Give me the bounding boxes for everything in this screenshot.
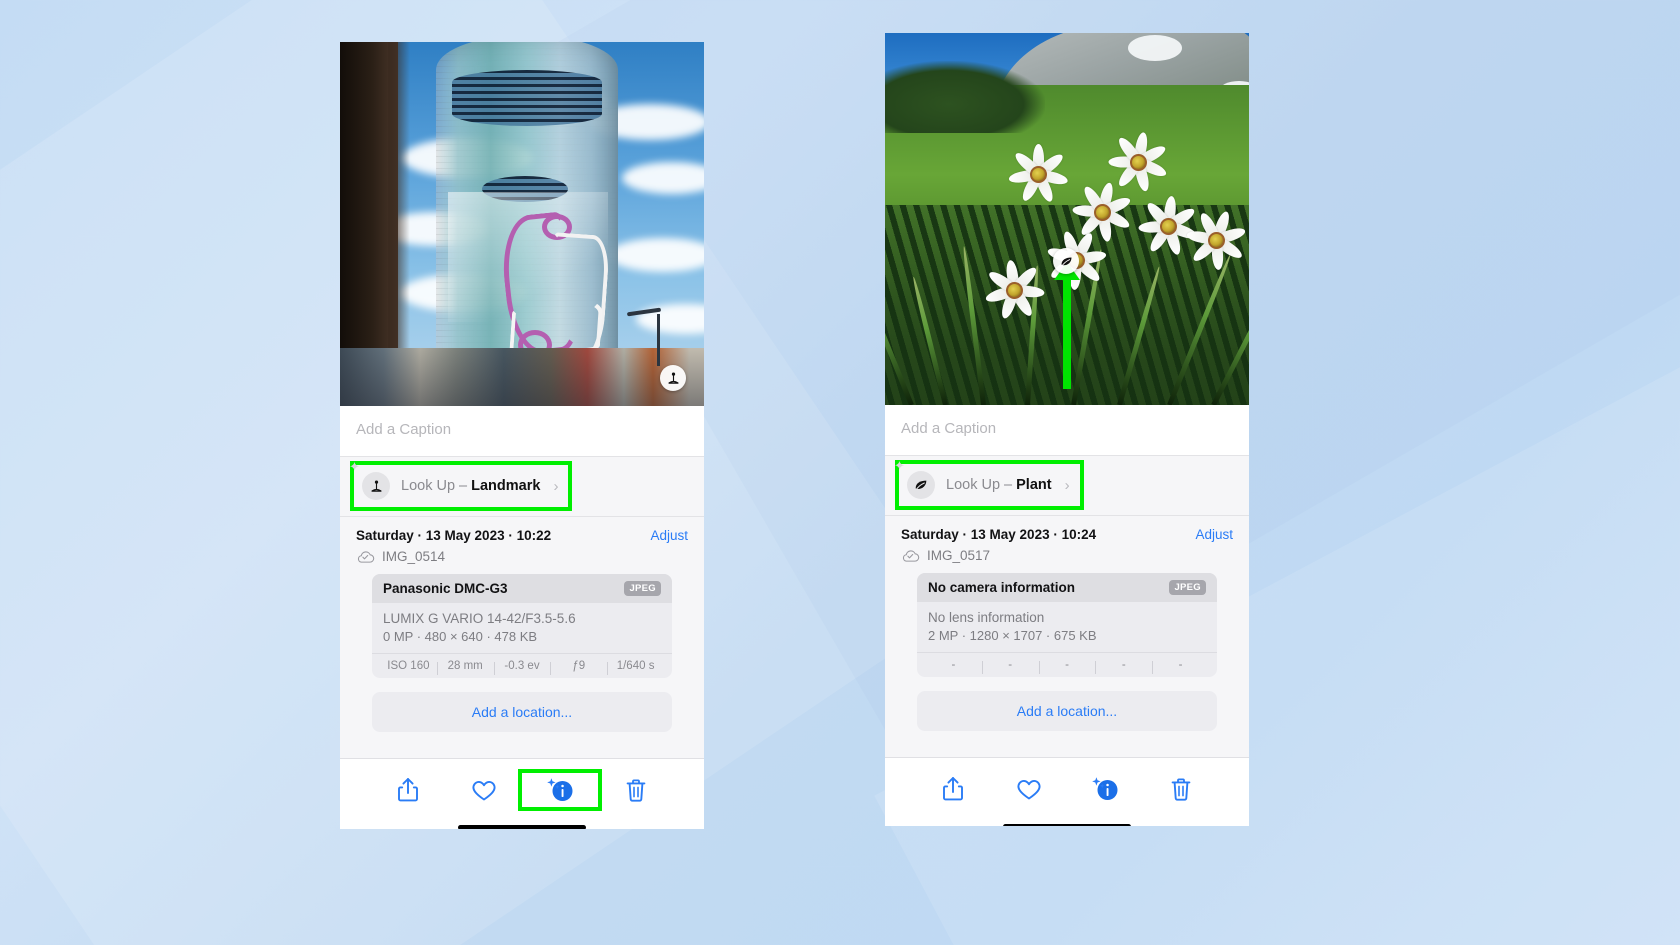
lookup-prefix: Look Up – xyxy=(946,477,1017,493)
lens-model: No lens information xyxy=(928,610,1045,625)
exif-stat-shutter: - xyxy=(1152,659,1209,674)
info-sparkle-icon xyxy=(545,776,575,804)
exif-card-landmark: Panasonic DMC-G3 JPEG LUMIX G VARIO 14-4… xyxy=(372,574,672,678)
delete-button[interactable] xyxy=(598,773,674,807)
photo-viewer-plant[interactable] xyxy=(885,33,1249,405)
exif-stat-iso: - xyxy=(951,659,956,671)
icloud-check-icon xyxy=(901,549,920,563)
exif-stat-iso: ISO 160 xyxy=(387,660,430,672)
filename-row: IMG_0514 xyxy=(356,549,688,564)
trash-icon xyxy=(1170,777,1192,802)
exif-camera-row: Panasonic DMC-G3 JPEG xyxy=(372,574,672,603)
add-location-button[interactable]: Add a location... xyxy=(372,692,672,732)
image-dimensions: 0 MP · 480 × 640 · 478 KB xyxy=(383,629,538,644)
exif-lens-row: LUMIX G VARIO 14-42/F3.5-5.6 0 MP · 480 … xyxy=(372,603,672,653)
exif-stat-aperture: ƒ9 xyxy=(550,660,607,675)
home-indicator[interactable] xyxy=(1003,824,1131,826)
share-icon xyxy=(942,776,964,802)
filename-row: IMG_0517 xyxy=(901,548,1233,563)
lookup-button-plant[interactable]: ✦ Look Up – Plant › xyxy=(894,459,1084,510)
adjust-button[interactable]: Adjust xyxy=(650,528,688,543)
bottom-toolbar-plant xyxy=(885,757,1249,816)
metadata-section-plant: Saturday · 13 May 2023 · 10:24 Adjust IM… xyxy=(885,516,1249,757)
trash-icon xyxy=(625,778,647,803)
lookup-label: Look Up – Landmark xyxy=(401,478,540,494)
photo-date: Saturday · 13 May 2023 · 10:22 xyxy=(356,528,552,543)
favourite-button[interactable] xyxy=(991,772,1067,806)
street-level xyxy=(340,348,704,406)
exif-stat-focal: 28 mm xyxy=(436,660,494,675)
phone-screenshot-landmark: Add a Caption ✦ Look Up – Landmark › Sat… xyxy=(340,42,704,829)
exif-stats-row: ISO 160 28 mm -0.3 ev ƒ9 1/640 s xyxy=(372,653,672,678)
photo-filename: IMG_0514 xyxy=(382,549,446,564)
lens-model: LUMIX G VARIO 14-42/F3.5-5.6 xyxy=(383,611,576,626)
lookup-subject: Landmark xyxy=(471,478,541,494)
info-button[interactable] xyxy=(1067,772,1143,806)
lookup-label: Look Up – Plant xyxy=(946,477,1052,493)
photo-filename: IMG_0517 xyxy=(927,548,991,563)
delete-button[interactable] xyxy=(1143,772,1219,806)
lookup-button-landmark[interactable]: ✦ Look Up – Landmark › xyxy=(349,460,573,511)
flower-bloom xyxy=(1185,209,1247,271)
share-icon xyxy=(397,777,419,803)
exif-lens-row: No lens information 2 MP · 1280 × 1707 ·… xyxy=(917,602,1217,652)
exif-stat-ev: - xyxy=(1038,659,1096,674)
metadata-section-landmark: Saturday · 13 May 2023 · 10:22 Adjust IM… xyxy=(340,517,704,758)
home-indicator[interactable] xyxy=(458,825,586,829)
exif-stat-shutter: 1/640 s xyxy=(607,660,664,675)
phone-screenshot-plant: Add a Caption ✦ Look Up – Plant › Saturd… xyxy=(885,33,1249,826)
chevron-right-icon: › xyxy=(553,477,559,495)
caption-input[interactable]: Add a Caption xyxy=(885,405,1249,455)
lookup-section-landmark: ✦ Look Up – Landmark › xyxy=(340,456,704,517)
exif-camera-row: No camera information JPEG xyxy=(917,573,1217,602)
street-lamp xyxy=(657,314,660,366)
flower-bloom xyxy=(1107,131,1169,193)
photo-image-building xyxy=(340,42,704,406)
icloud-check-icon xyxy=(356,550,375,564)
info-sparkle-icon xyxy=(1090,775,1120,803)
flower-bloom xyxy=(983,259,1045,321)
exif-card-plant: No camera information JPEG No lens infor… xyxy=(917,573,1217,677)
lookup-section-plant: ✦ Look Up – Plant › xyxy=(885,455,1249,516)
home-indicator-wrap xyxy=(340,817,704,829)
exif-stat-ev: -0.3 ev xyxy=(493,660,551,675)
bottom-toolbar-landmark xyxy=(340,758,704,817)
metadata-header: Saturday · 13 May 2023 · 10:24 Adjust xyxy=(901,527,1233,542)
leaf-icon xyxy=(907,471,935,499)
format-badge: JPEG xyxy=(624,581,661,596)
photo-image-flowers xyxy=(885,33,1249,405)
exif-stats-row: - - - - - xyxy=(917,652,1217,677)
share-button[interactable] xyxy=(370,773,446,807)
exif-stat-aperture: - xyxy=(1095,659,1152,674)
caption-input[interactable]: Add a Caption xyxy=(340,406,704,456)
lookup-subject: Plant xyxy=(1016,477,1052,493)
landmark-pin-icon xyxy=(362,472,390,500)
camera-model: Panasonic DMC-G3 xyxy=(383,581,508,596)
home-indicator-wrap xyxy=(885,816,1249,826)
exif-stat-focal: - xyxy=(981,659,1039,674)
heart-icon xyxy=(1016,778,1042,801)
add-location-button[interactable]: Add a location... xyxy=(917,691,1217,731)
share-button[interactable] xyxy=(915,772,991,806)
format-badge: JPEG xyxy=(1169,580,1206,595)
photo-viewer-landmark[interactable] xyxy=(340,42,704,406)
lookup-prefix: Look Up – xyxy=(401,478,472,494)
landmark-pin-icon[interactable] xyxy=(660,365,686,391)
metadata-header: Saturday · 13 May 2023 · 10:22 Adjust xyxy=(356,528,688,543)
adjust-button[interactable]: Adjust xyxy=(1195,527,1233,542)
image-dimensions: 2 MP · 1280 × 1707 · 675 KB xyxy=(928,628,1097,643)
photo-date: Saturday · 13 May 2023 · 10:24 xyxy=(901,527,1097,542)
favourite-button[interactable] xyxy=(446,773,522,807)
sparkle-icon: ✦ xyxy=(894,458,905,473)
heart-icon xyxy=(471,779,497,802)
annotation-arrow xyxy=(1054,262,1080,389)
chevron-right-icon: › xyxy=(1064,476,1070,494)
camera-model: No camera information xyxy=(928,580,1076,595)
leaf-icon[interactable] xyxy=(1053,248,1079,274)
flower-bloom xyxy=(1007,143,1069,205)
info-button[interactable] xyxy=(518,769,602,811)
sparkle-icon: ✦ xyxy=(349,459,360,474)
